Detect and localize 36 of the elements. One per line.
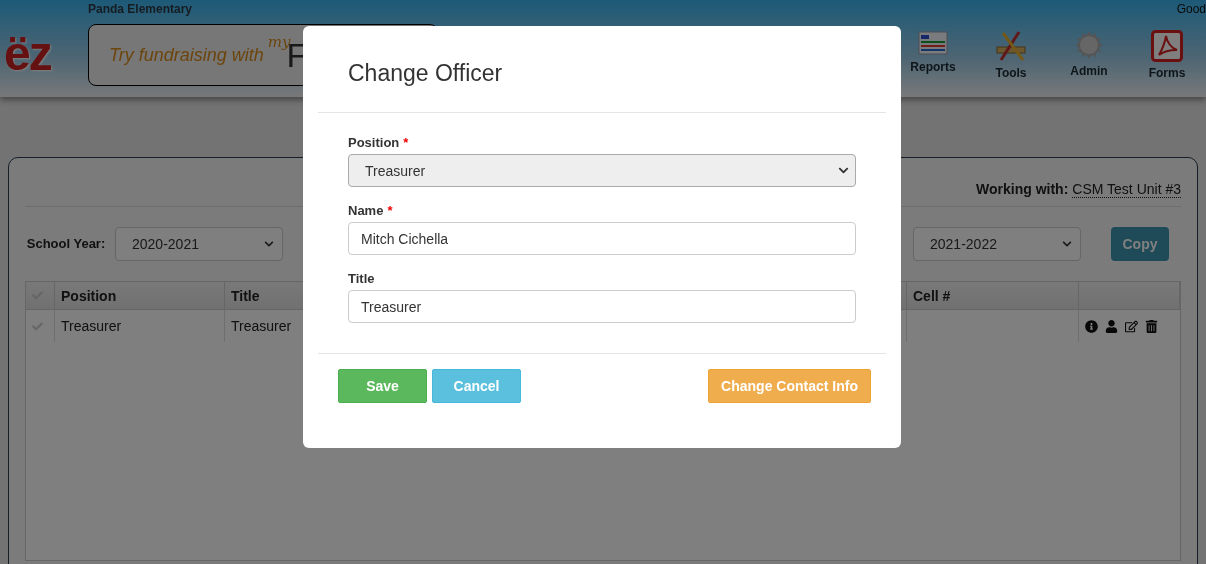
column-header: Position <box>55 282 225 310</box>
field-label: Position * <box>348 135 410 150</box>
user-icon[interactable] <box>1105 319 1118 333</box>
banner-text: Try fundraising with <box>109 44 264 66</box>
nav-item[interactable]: Admin <box>1050 30 1128 80</box>
delete-icon[interactable] <box>1145 319 1158 333</box>
column-header: Cell # <box>907 282 1079 310</box>
input-field[interactable]: Treasurer <box>348 290 856 323</box>
check-icon <box>32 320 43 332</box>
school-name: Panda Elementary <box>88 2 194 16</box>
nav-item[interactable]: Reports <box>894 30 972 80</box>
pencil-ruler-icon <box>995 30 1027 62</box>
chevron-down-icon <box>838 165 849 176</box>
nav-item[interactable]: Forms <box>1128 30 1206 80</box>
field-label: Name * <box>348 203 394 218</box>
report-icon <box>918 30 948 56</box>
working-with-label: Working with: <box>976 181 1069 197</box>
edit-icon[interactable] <box>1125 319 1138 333</box>
dialog-button[interactable]: Change Contact Info <box>708 369 871 403</box>
dialog-button[interactable]: Cancel <box>432 369 521 403</box>
position-select[interactable]: Treasurer <box>348 154 856 187</box>
year-select[interactable]: 2020-2021 <box>115 227 283 261</box>
chevron-down-icon <box>1062 239 1072 249</box>
chevron-down-icon <box>264 239 274 249</box>
unit-link[interactable]: CSM Test Unit #3 <box>1072 180 1181 198</box>
info-icon[interactable] <box>1085 319 1098 333</box>
school-year-label: School Year: <box>25 236 107 252</box>
input-field[interactable]: Mitch Cichella <box>348 222 856 255</box>
nav-item[interactable]: Tools <box>972 30 1050 80</box>
pdf-icon <box>1151 30 1183 62</box>
copy-button[interactable]: Copy <box>1111 227 1169 261</box>
year-select[interactable]: 2021-2022 <box>913 227 1081 261</box>
table-cell: Treasurer <box>55 310 225 342</box>
dialog-button[interactable]: Save <box>338 369 427 403</box>
greeting-text: Good <box>1176 1 1206 16</box>
logo: ëz <box>4 26 52 82</box>
